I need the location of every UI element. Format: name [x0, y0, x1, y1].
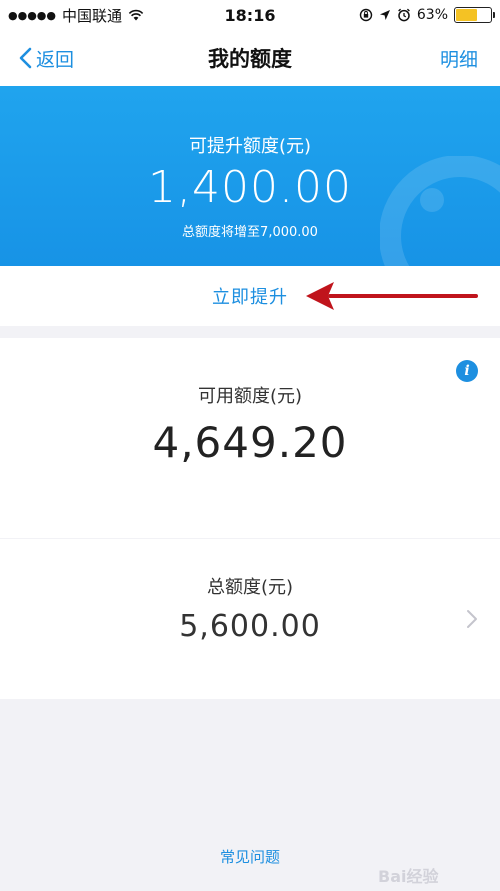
- raisable-credit-amount: 1,400.00: [148, 162, 352, 213]
- wifi-icon: [128, 9, 144, 21]
- status-left: ●●●●● 中国联通: [8, 5, 178, 26]
- raise-now-button[interactable]: 立即提升: [212, 283, 288, 309]
- battery-percent: 63%: [416, 7, 448, 23]
- raisable-credit-banner: 可提升额度(元) 1,400.00 总额度将增至7,000.00: [0, 86, 500, 266]
- back-label: 返回: [36, 48, 75, 71]
- raisable-credit-label: 可提升额度(元): [188, 136, 312, 157]
- battery-fill: [456, 9, 478, 21]
- location-arrow-icon: [379, 10, 390, 20]
- available-credit-amount: 4,649.20: [152, 418, 348, 467]
- chevron-right-icon: [467, 610, 477, 628]
- available-credit-card: i 可用额度(元) 4,649.20: [0, 338, 500, 538]
- watermark-text: Bai经验: [378, 867, 439, 886]
- annotation-arrow-icon: [306, 282, 478, 310]
- total-credit-row[interactable]: 总额度(元) 5,600.00: [0, 539, 500, 699]
- available-credit-label: 可用额度(元): [197, 386, 303, 407]
- status-bar: ●●●●● 中国联通 18:16 63%: [0, 0, 500, 30]
- alarm-clock-icon: [398, 8, 410, 22]
- battery-icon: [454, 7, 495, 23]
- total-credit-increase-note: 总额度将增至7,000.00: [182, 225, 318, 240]
- back-button[interactable]: 返回: [18, 30, 74, 86]
- info-icon[interactable]: i: [456, 360, 478, 382]
- total-credit-amount: 5,600.00: [179, 609, 321, 644]
- signal-strength-icon: ●●●●●: [8, 8, 56, 22]
- navigation-bar: 返回 我的额度 明细: [0, 30, 500, 86]
- page-title: 我的额度: [208, 47, 292, 71]
- total-credit-label: 总额度(元): [206, 577, 294, 598]
- chevron-left-icon: [19, 47, 32, 69]
- detail-button[interactable]: 明细: [440, 30, 478, 86]
- baidu-jingyan-watermark: Bai经验: [378, 857, 488, 887]
- orientation-lock-icon: [359, 8, 373, 22]
- carrier-name: 中国联通: [62, 6, 123, 25]
- status-right: 63%: [359, 7, 495, 23]
